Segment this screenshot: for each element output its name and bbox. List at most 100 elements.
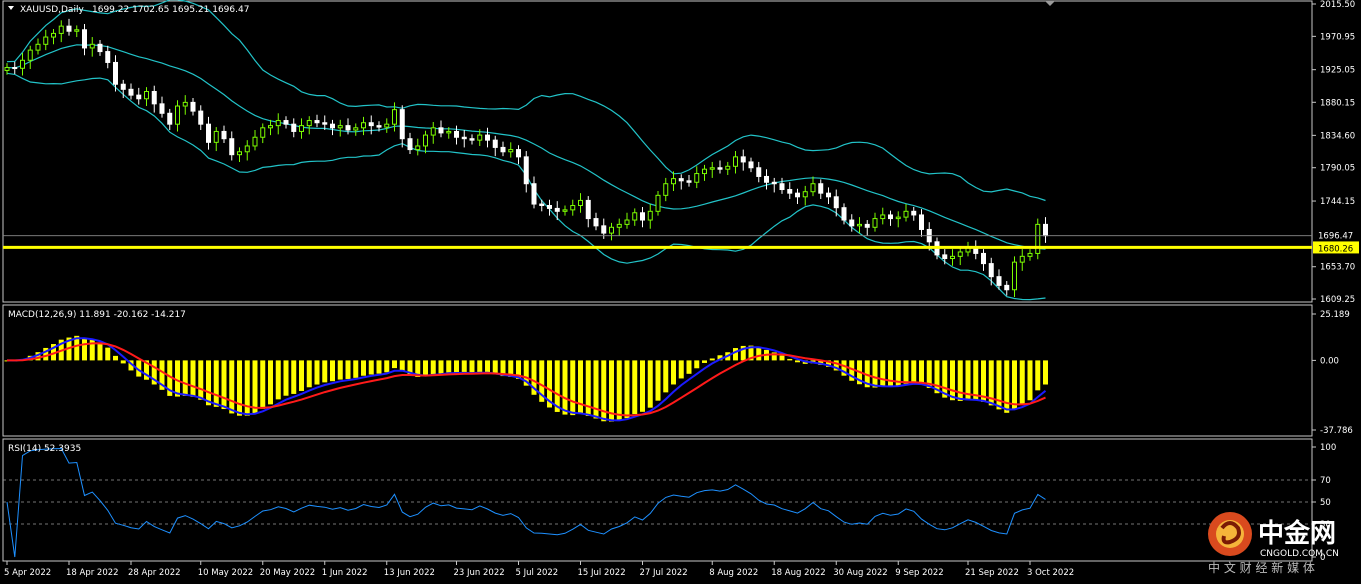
bull-candle xyxy=(857,223,862,227)
time-axis-label: 5 Jul 2022 xyxy=(516,568,559,578)
bull-candle xyxy=(299,125,304,132)
time-axis-label: 13 Jun 2022 xyxy=(384,568,435,578)
macd-histogram-bar xyxy=(709,358,715,361)
macd-histogram-bar xyxy=(1012,360,1017,410)
bear-candle xyxy=(330,123,335,129)
bear-candle xyxy=(686,180,692,183)
macd-histogram-bar xyxy=(252,360,258,414)
bull-candle xyxy=(252,136,258,147)
cngold-logo: 中金网 CNGOLD.COM.CN 中 文 财 经 新 媒 体 xyxy=(1208,512,1339,575)
macd-histogram-bar xyxy=(268,360,273,405)
bear-candle xyxy=(779,183,785,191)
bull-candle xyxy=(957,251,963,257)
price-axis-label: 1609.25 xyxy=(1320,295,1355,305)
bull-candle xyxy=(702,168,707,175)
logo-tagline: 中 文 财 经 新 媒 体 xyxy=(1208,560,1315,575)
time-axis-label: 1 Jun 2022 xyxy=(322,568,368,578)
macd-histogram-bar xyxy=(787,358,793,361)
bull-candle xyxy=(903,210,909,218)
bull-candle xyxy=(337,125,343,129)
bear-candle xyxy=(756,167,762,177)
bull-candle xyxy=(725,165,731,170)
macd-histogram-bar xyxy=(384,360,390,373)
chart-root: XAUUSD,Daily 1699.22 1702.65 1695.21 169… xyxy=(0,0,1361,583)
bull-candle xyxy=(275,120,281,127)
bear-candle xyxy=(454,130,459,138)
bull-candle xyxy=(74,29,80,32)
macd-histogram-bar xyxy=(399,360,405,371)
bear-candle xyxy=(469,138,475,141)
macd-histogram-bar xyxy=(82,338,87,361)
macd-histogram-bar xyxy=(206,360,211,406)
bear-candle xyxy=(198,110,204,125)
bull-candle xyxy=(244,145,250,153)
bull-candle xyxy=(20,59,25,69)
rsi-axis-label: 70 xyxy=(1320,476,1331,486)
macd-histogram-bar xyxy=(423,360,428,377)
logo-url: CNGOLD.COM.CN xyxy=(1260,549,1339,559)
macd-histogram-bar xyxy=(198,360,204,400)
bear-candle xyxy=(492,139,498,148)
current-price-label: 1696.47 xyxy=(1318,232,1353,242)
bear-candle xyxy=(717,167,723,170)
bear-candle xyxy=(229,138,235,156)
time-axis-label: 18 Aug 2022 xyxy=(771,568,825,578)
bull-candle xyxy=(306,120,312,127)
bear-candle xyxy=(97,43,103,53)
symbol-title: XAUUSD,Daily xyxy=(20,5,84,15)
macd-axis-label: -37.786 xyxy=(1320,426,1353,436)
bear-candle xyxy=(601,225,607,234)
bear-candle xyxy=(771,181,777,185)
macd-histogram-bar xyxy=(919,360,924,385)
macd-histogram-bar xyxy=(957,360,963,401)
bull-candle xyxy=(508,149,514,153)
bull-candle xyxy=(655,194,661,212)
rsi-axis-label: 50 xyxy=(1320,498,1331,508)
macd-histogram-bar xyxy=(485,360,490,373)
bear-candle xyxy=(500,146,506,153)
macd-histogram-bar xyxy=(237,360,242,416)
macd-histogram-bar xyxy=(756,347,762,361)
bear-candle xyxy=(345,125,351,131)
bull-candle xyxy=(632,212,638,221)
macd-histogram-bar xyxy=(306,360,312,388)
macd-histogram-bar xyxy=(337,360,343,380)
bull-candle xyxy=(578,199,583,207)
bear-candle xyxy=(740,156,746,163)
bull-candle xyxy=(361,122,366,129)
bull-candle xyxy=(663,183,669,196)
bull-candle xyxy=(1027,252,1033,257)
macd-histogram-bar xyxy=(950,360,955,401)
bull-candle xyxy=(671,178,676,185)
bear-candle xyxy=(128,88,134,96)
bull-candle xyxy=(4,67,10,71)
bear-candle xyxy=(593,218,599,227)
price-axis-label: 1970.95 xyxy=(1320,32,1355,42)
macd-histogram-bar xyxy=(469,360,475,374)
bear-candle xyxy=(376,125,382,128)
bull-candle xyxy=(880,214,886,220)
bull-candle xyxy=(384,123,390,128)
bull-candle xyxy=(260,127,266,138)
bull-candle xyxy=(609,226,614,234)
cngold-watermark: 中金网 CNGOLD.COM.CN 中 文 财 经 新 媒 体 xyxy=(1200,508,1360,580)
bear-candle xyxy=(113,61,118,85)
macd-histogram-bar xyxy=(632,360,638,415)
bull-candle xyxy=(423,134,428,147)
price-axis-label: 1925.05 xyxy=(1320,66,1355,76)
macd-histogram-bar xyxy=(562,360,568,415)
bear-candle xyxy=(66,25,72,32)
macd-histogram-bar xyxy=(454,360,459,373)
bear-candle xyxy=(833,196,839,209)
macd-histogram-bar xyxy=(376,360,382,374)
macd-histogram-bar xyxy=(392,360,397,369)
time-axis-label: 9 Sep 2022 xyxy=(895,568,943,578)
macd-histogram-bar xyxy=(640,360,645,412)
macd-histogram-bar xyxy=(330,360,335,382)
macd-histogram-bar xyxy=(570,360,576,416)
bull-candle xyxy=(27,49,33,61)
bull-candle xyxy=(51,32,56,38)
price-axis-label: 1834.60 xyxy=(1320,131,1355,141)
macd-histogram-bar xyxy=(678,360,684,379)
bear-candle xyxy=(151,91,157,105)
